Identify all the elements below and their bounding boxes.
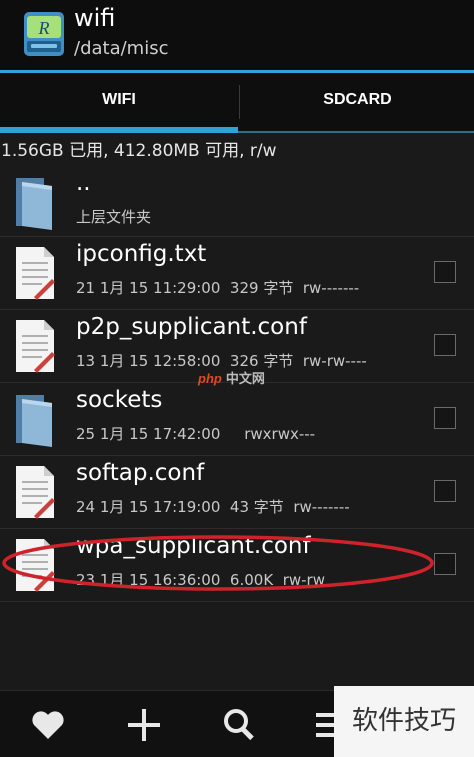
plus-icon[interactable] xyxy=(124,705,164,745)
file-name: sockets xyxy=(76,387,163,413)
file-name: wpa_supplicant.conf xyxy=(76,533,311,559)
select-checkbox[interactable] xyxy=(434,334,456,356)
file-meta: 上层文件夹 xyxy=(76,208,152,226)
file-name: softap.conf xyxy=(76,460,205,486)
tab-underline xyxy=(238,131,474,133)
file-meta: 24 1月 15 17:19:00 43 字节 rw------- xyxy=(76,498,350,516)
list-item-softap[interactable]: softap.conf 24 1月 15 17:19:00 43 字节 rw--… xyxy=(0,455,474,527)
watermark-logo-text: php xyxy=(198,371,222,386)
folder-title: wifi xyxy=(74,4,116,32)
watermark-text: 中文网 xyxy=(225,371,265,386)
file-name: p2p_supplicant.conf xyxy=(76,314,307,340)
list-item-parent-folder[interactable]: .. 上层文件夹 xyxy=(0,166,474,238)
folder-path: /data/misc xyxy=(74,38,169,59)
watermark-corner: 软件技巧 xyxy=(334,686,474,757)
text-file-icon xyxy=(16,466,55,519)
tab-sdcard[interactable]: SDCARD xyxy=(241,73,474,127)
select-checkbox[interactable] xyxy=(434,407,456,429)
search-icon[interactable] xyxy=(220,705,260,745)
watermark-logo: php 中文网 xyxy=(198,368,265,392)
heart-icon[interactable] xyxy=(28,705,68,745)
select-checkbox[interactable] xyxy=(434,261,456,283)
select-checkbox[interactable] xyxy=(434,553,456,575)
tab-bar: WIFI SDCARD xyxy=(0,73,474,133)
svg-text:R: R xyxy=(38,18,50,38)
tab-divider xyxy=(239,85,240,119)
app-header: R wifi /data/misc xyxy=(0,0,474,70)
file-meta: 23 1月 15 16:36:00 6.00K rw-rw xyxy=(76,571,325,589)
tab-wifi[interactable]: WIFI xyxy=(0,73,238,127)
list-item-ipconfig[interactable]: ipconfig.txt 21 1月 15 11:29:00 329 字节 rw… xyxy=(0,236,474,308)
list-empty-area xyxy=(0,601,474,690)
file-meta: 21 1月 15 11:29:00 329 字节 rw------- xyxy=(76,279,360,297)
folder-icon xyxy=(16,395,52,447)
file-name: ipconfig.txt xyxy=(76,241,207,267)
folder-icon xyxy=(16,178,52,230)
list-item-wpa-supplicant[interactable]: wpa_supplicant.conf 23 1月 15 16:36:00 6.… xyxy=(0,528,474,600)
active-tab-indicator xyxy=(0,127,238,133)
list-item-sockets[interactable]: sockets 25 1月 15 17:42:00 rwxrwx--- xyxy=(0,382,474,454)
select-checkbox[interactable] xyxy=(434,480,456,502)
text-file-icon xyxy=(16,247,55,300)
file-meta: 25 1月 15 17:42:00 rwxrwx--- xyxy=(76,425,316,443)
text-file-icon xyxy=(16,539,55,592)
root-explorer-app-icon[interactable]: R xyxy=(22,10,66,58)
storage-info: 1.56GB 已用, 412.80MB 可用, r/w xyxy=(1,141,277,161)
file-name: .. xyxy=(76,170,91,196)
text-file-icon xyxy=(16,320,55,373)
